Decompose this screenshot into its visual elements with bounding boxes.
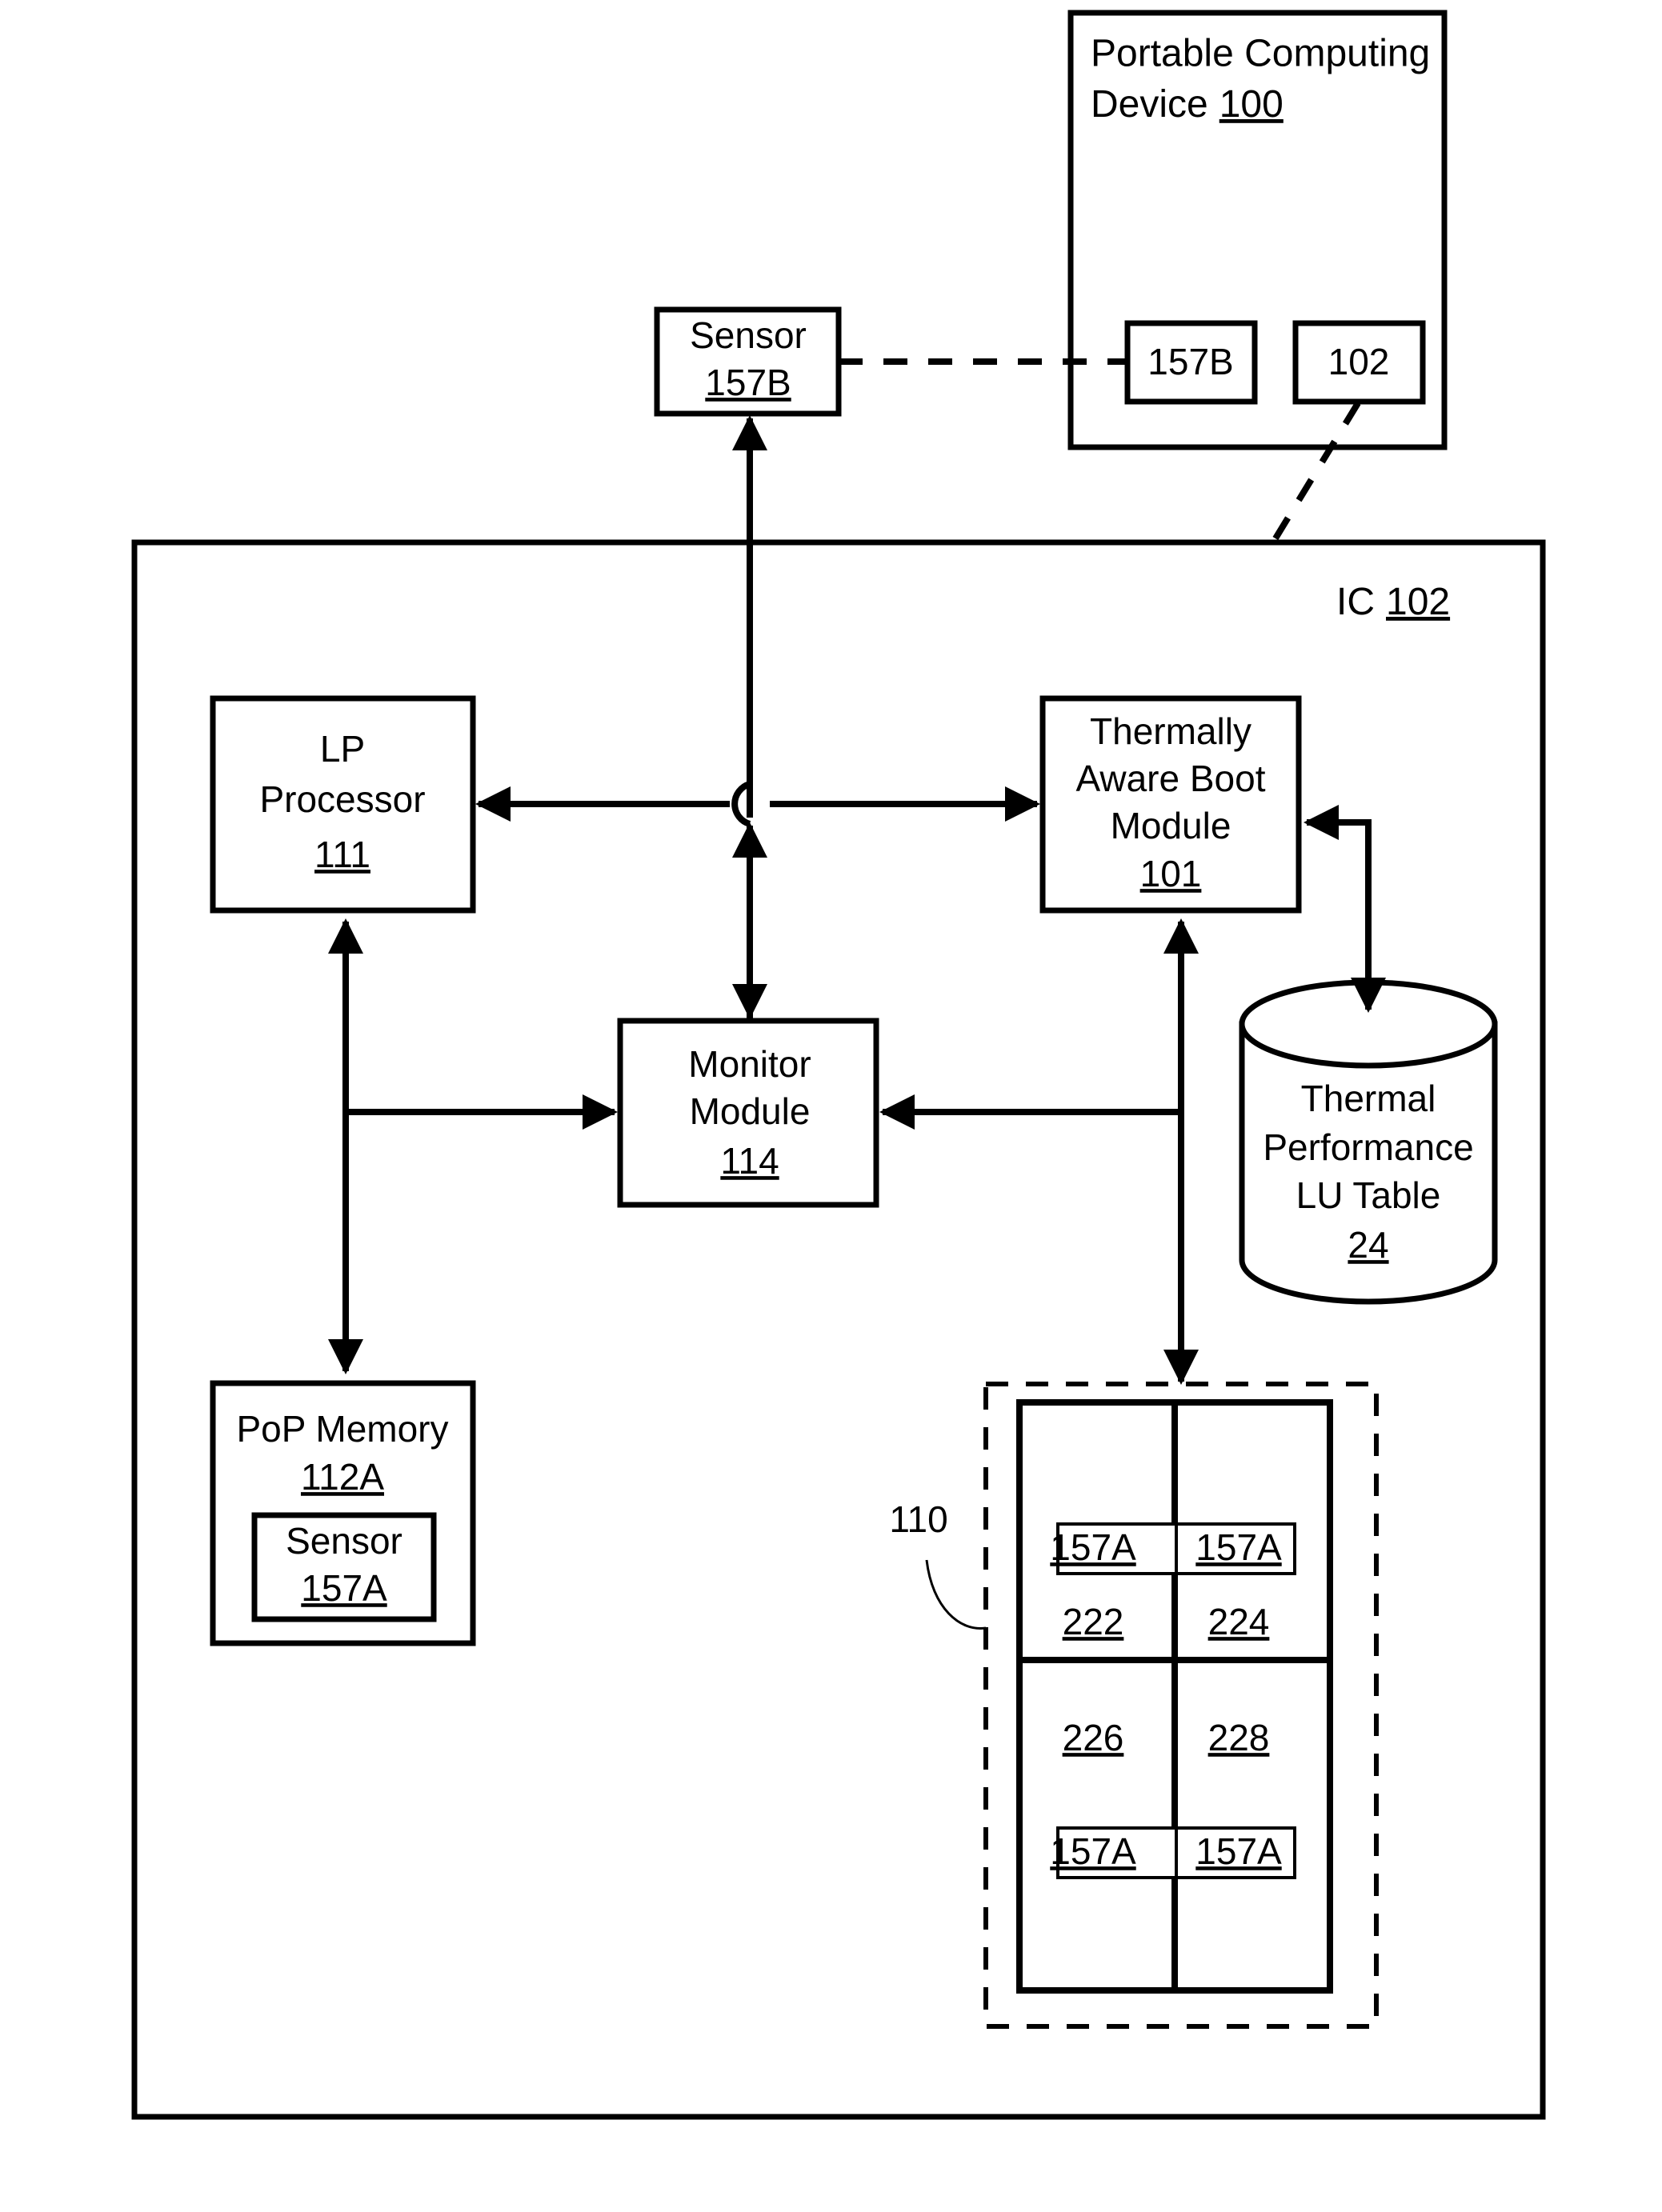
pop-memory-label: PoP Memory bbox=[236, 1408, 448, 1450]
thermally-aware-boot-block-diagram: Portable Computing Device 100 157B 102 Se… bbox=[0, 0, 1662, 2212]
sensor-157b-ref: 157B bbox=[705, 362, 791, 403]
sensor-157b-label: Sensor bbox=[690, 314, 807, 356]
monitor-module-block: Monitor Module 114 bbox=[617, 1018, 879, 1208]
boot-module-ref: 101 bbox=[1140, 853, 1202, 894]
boot-module-line1: Thermally bbox=[1090, 710, 1252, 752]
boot-module-line2: Aware Boot bbox=[1076, 758, 1266, 799]
boot-module-line3: Module bbox=[1111, 805, 1231, 846]
pcd-sensor-157b-block: 157B bbox=[1124, 320, 1258, 405]
lu-table-line2: Performance bbox=[1263, 1126, 1473, 1168]
lu-table-line3: LU Table bbox=[1296, 1174, 1441, 1216]
core-226-sensor-ref: 157A bbox=[1050, 1830, 1136, 1872]
pcd-ic-102-block: 102 bbox=[1292, 320, 1426, 405]
pop-memory-sensor-label: Sensor bbox=[286, 1520, 402, 1562]
pcd-title-line2: Device 100 bbox=[1091, 83, 1284, 126]
lp-processor-line1: LP bbox=[320, 728, 365, 770]
monitor-module-line1: Monitor bbox=[688, 1043, 811, 1085]
lp-processor-ref: 111 bbox=[314, 834, 370, 875]
core-224-sensor-ref: 157A bbox=[1195, 1526, 1282, 1568]
thermal-performance-lu-table-block: Thermal Performance LU Table 24 bbox=[1239, 979, 1498, 1305]
pcd-sensor-157b-label: 157B bbox=[1147, 341, 1233, 382]
core-222-sensor-ref: 157A bbox=[1050, 1526, 1136, 1568]
pop-memory-ref: 112A bbox=[301, 1456, 384, 1498]
core-224-ref: 224 bbox=[1208, 1601, 1270, 1642]
pop-memory-sensor-ref: 157A bbox=[301, 1567, 387, 1609]
thermally-aware-boot-module-block: Thermally Aware Boot Module 101 bbox=[1039, 695, 1302, 914]
core-228-sensor-ref: 157A bbox=[1195, 1830, 1282, 1872]
ic-102-label: IC 102 bbox=[1336, 581, 1450, 623]
pcd-ic-102-label: 102 bbox=[1328, 341, 1390, 382]
lp-processor-line2: Processor bbox=[259, 778, 425, 820]
monitor-module-line2: Module bbox=[690, 1090, 811, 1132]
core-222-ref: 222 bbox=[1063, 1601, 1124, 1642]
core-group-ref-label: 110 bbox=[889, 1498, 947, 1540]
lu-table-line1: Thermal bbox=[1301, 1078, 1436, 1119]
core-228-ref: 228 bbox=[1208, 1717, 1270, 1758]
monitor-module-ref: 114 bbox=[720, 1140, 779, 1182]
lp-processor-block: LP Processor 111 bbox=[210, 695, 476, 914]
core-226-ref: 226 bbox=[1063, 1717, 1124, 1758]
lu-table-ref: 24 bbox=[1348, 1224, 1388, 1266]
pcd-title-line1: Portable Computing bbox=[1091, 33, 1430, 75]
pop-memory-sensor-157a-block: Sensor 157A bbox=[251, 1512, 437, 1622]
pop-memory-block: PoP Memory 112A Sensor 157A bbox=[210, 1380, 476, 1646]
sensor-157b-block: Sensor 157B bbox=[654, 306, 842, 417]
